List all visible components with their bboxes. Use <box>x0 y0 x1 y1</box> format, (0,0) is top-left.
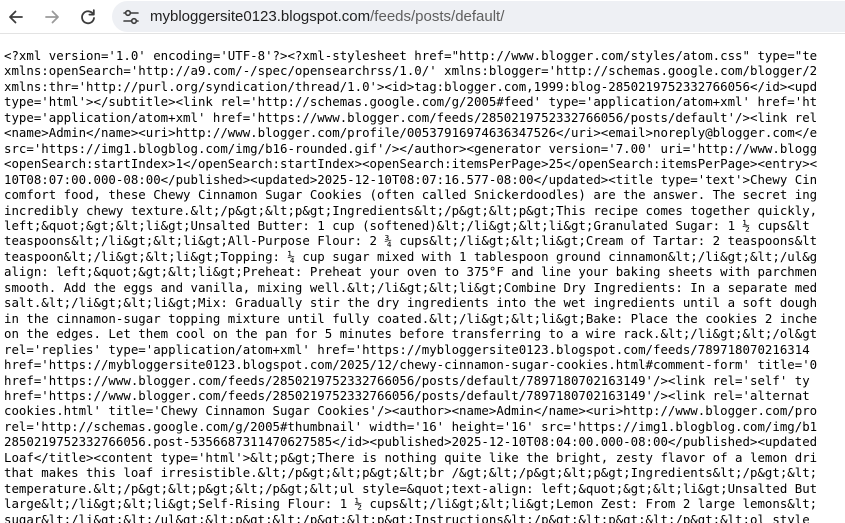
xml-line: <?xml version='1.0' encoding='UTF-8'?><?… <box>4 48 818 63</box>
xml-line: <openSearch:startIndex>1</openSearch:sta… <box>4 156 818 172</box>
url-path: /feeds/posts/default/ <box>370 8 505 25</box>
address-bar[interactable]: mybloggersite0123.blogspot.com/feeds/pos… <box>112 1 845 32</box>
xml-line: src='https://img1.blogblog.com/img/b16-r… <box>4 140 818 156</box>
xml-line: in the cinnamon-sugar topping mixture un… <box>4 310 818 326</box>
xml-line: teaspoons&lt;/li&gt;&lt;li&gt;All-Purpos… <box>4 233 818 249</box>
xml-line: href='https://mybloggersite0123.blogspot… <box>4 357 818 373</box>
xml-line: type='application/atom+xml' href='https:… <box>4 109 818 125</box>
xml-line: cookies.html' title='Chewy Cinnamon Suga… <box>4 403 818 419</box>
xml-line: left;&quot;&gt;&lt;li&gt;Unsalted Butter… <box>4 217 810 233</box>
xml-line: rel='http://schemas.google.com/g/2005#th… <box>4 418 818 434</box>
arrow-right-icon <box>45 10 59 24</box>
xml-line: Loaf</title><content type='html'>&lt;p&g… <box>4 449 818 465</box>
xml-viewer: <?xml version='1.0' encoding='UTF-8'?><?… <box>0 34 845 523</box>
xml-line: xmlns:openSearch='http://a9.com/-/spec/o… <box>4 63 818 79</box>
xml-line: type='html'></subtitle><link rel='http:/… <box>4 94 818 110</box>
xml-line: rel='replies' type='application/atom+xml… <box>4 341 810 357</box>
xml-line: on the edges. Let them cool on the pan f… <box>4 326 818 342</box>
xml-line: href='https://www.blogger.com/feeds/2850… <box>4 372 810 388</box>
site-info-button[interactable] <box>118 4 143 29</box>
forward-button[interactable] <box>40 5 64 29</box>
browser-toolbar: mybloggersite0123.blogspot.com/feeds/pos… <box>0 0 845 34</box>
reload-icon <box>81 9 95 25</box>
xml-line: <name>Admin</name><uri>http://www.blogge… <box>4 125 818 141</box>
xml-line: href='https://www.blogger.com/feeds/2850… <box>4 387 810 403</box>
arrow-left-icon <box>9 10 23 24</box>
xml-line: smooth. Add the eggs and vanilla, mixing… <box>4 279 818 295</box>
url-host: mybloggersite0123.blogspot.com <box>150 8 371 25</box>
xml-line: that makes this loaf irresistible.&lt;/p… <box>4 465 818 481</box>
xml-line: sugar&lt;/li&gt;&lt;/ul&gt;&lt;p&gt;&lt;… <box>4 511 810 523</box>
xml-source-text: <?xml version='1.0' encoding='UTF-8'?><?… <box>0 34 845 523</box>
xml-line: 2850219752332766056.post-535668731147062… <box>4 434 818 450</box>
xml-line: 10T08:07:00.000-08:00</published><update… <box>4 171 818 187</box>
xml-line: temperature.&lt;/p&gt;&lt;p&gt;&lt;/p&gt… <box>4 480 818 496</box>
xml-line: salt.&lt;/li&gt;&lt;li&gt;Mix: Gradually… <box>4 295 818 311</box>
xml-line: incredibly chewy texture.&lt;/p&gt;&lt;p… <box>4 202 818 218</box>
xml-line: align: left;&quot;&gt;&lt;li&gt;Preheat:… <box>4 264 818 280</box>
xml-line: teaspoon&lt;/li&gt;&lt;li&gt;Topping: ¼ … <box>4 248 818 264</box>
reload-button[interactable] <box>76 5 100 29</box>
xml-line: large&lt;/li&gt;&lt;li&gt;Self-Rising Fl… <box>4 496 818 512</box>
back-button[interactable] <box>4 5 28 29</box>
tune-icon <box>122 9 139 24</box>
xml-line: comfort food, these Chewy Cinnamon Sugar… <box>4 187 818 203</box>
xml-line: xmlns:thr='http://purl.org/syndication/t… <box>4 78 818 94</box>
url-text[interactable]: mybloggersite0123.blogspot.com/feeds/pos… <box>150 7 504 26</box>
